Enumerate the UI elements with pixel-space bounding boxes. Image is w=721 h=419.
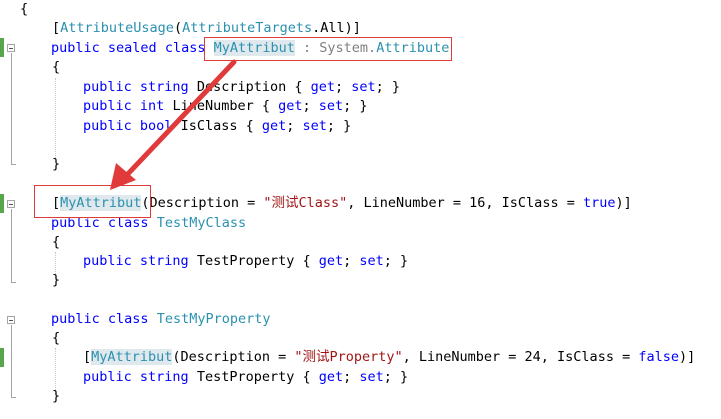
code-editor[interactable]: { [AttributeUsage(AttributeTargets.All)]… — [0, 0, 721, 419]
annotation-arrow-icon — [110, 59, 237, 190]
